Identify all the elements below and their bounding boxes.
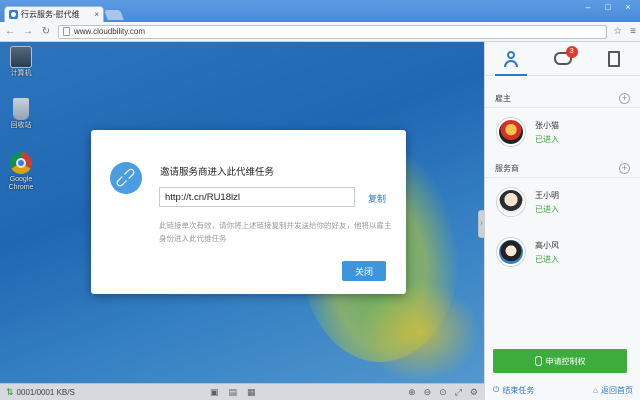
tab-title: 行云服务-慰代维 [21, 10, 80, 19]
tab-close-icon[interactable]: × [94, 10, 99, 19]
dialog-title: 邀请服务商进入此代维任务 [160, 167, 275, 178]
bookmark-star-icon[interactable]: ☆ [613, 26, 622, 37]
end-task-link[interactable]: ⏻ 结束任务 [493, 385, 534, 396]
member-name: 高小风 [535, 240, 559, 250]
site-favicon-icon [9, 10, 18, 19]
provider-section-title: 服务商 [495, 164, 519, 173]
member-provider[interactable]: 王小明 已进入 [485, 182, 640, 222]
browser-tab[interactable]: 行云服务-慰代维 × [4, 6, 104, 22]
close-dialog-button[interactable]: 关闭 [342, 261, 386, 281]
minimize-button[interactable]: – [582, 2, 594, 12]
request-control-label: 申请控制权 [545, 356, 586, 366]
member-name: 张小猫 [535, 120, 559, 130]
invite-url-field[interactable] [159, 187, 355, 207]
mouse-icon [534, 356, 542, 366]
tab-tasks[interactable] [588, 42, 640, 75]
add-provider-icon[interactable]: + [619, 163, 630, 174]
new-tab-button[interactable] [104, 10, 124, 20]
member-owner[interactable]: 张小猫 已进入 [485, 112, 640, 152]
back-home-link[interactable]: ⌂ 返回首页 [593, 385, 633, 396]
maximize-button[interactable]: □ [602, 2, 614, 12]
forward-arrow-icon[interactable]: → [22, 26, 34, 37]
address-bar[interactable]: www.cloudbility.com [58, 24, 608, 39]
page-icon [63, 27, 70, 36]
task-sidebar: 3 雇主 + 张小猫 已进入 服务商 + 王小明 已进入 高小风 已进入 申请控… [484, 42, 640, 400]
tab-members[interactable] [485, 42, 537, 76]
back-arrow-icon[interactable]: ← [4, 26, 16, 37]
person-icon [503, 50, 518, 67]
menu-icon[interactable]: ≡ [630, 26, 636, 37]
browser-navbar: ← → ↻ www.cloudbility.com ☆ ≡ [0, 22, 640, 42]
avatar [497, 188, 525, 216]
end-task-label: 结束任务 [502, 385, 535, 395]
clipboard-icon [608, 50, 621, 67]
avatar [497, 118, 525, 146]
reload-icon[interactable]: ↻ [40, 26, 52, 37]
member-name: 王小明 [535, 190, 559, 200]
sidebar-tabs: 3 [485, 42, 640, 76]
tab-chat[interactable]: 3 [537, 42, 589, 75]
member-status: 已进入 [535, 254, 559, 264]
invite-dialog: ⊂⊃ 邀请服务商进入此代维任务 复制 此链接单次有效，请你将上述链接复制并发送给… [91, 130, 406, 294]
request-control-button[interactable]: 申请控制权 [493, 349, 627, 373]
member-status: 已进入 [535, 134, 559, 144]
home-icon: ⌂ [593, 385, 598, 395]
provider-section-header: 服务商 + [485, 160, 640, 178]
power-icon: ⏻ [493, 385, 500, 394]
avatar [497, 238, 525, 266]
member-provider[interactable]: 高小风 已进入 [485, 232, 640, 272]
dialog-description: 此链接单次有效，请你将上述链接复制并发送给你的好友，他将以雇主身份进入此代维任务 [159, 221, 392, 243]
close-window-button[interactable]: × [622, 2, 634, 12]
add-owner-icon[interactable]: + [619, 93, 630, 104]
link-icon: ⊂⊃ [103, 155, 149, 201]
unread-badge: 3 [565, 46, 578, 58]
owner-section-header: 雇主 + [485, 90, 640, 108]
address-text: www.cloudbility.com [74, 27, 145, 36]
member-status: 已进入 [535, 204, 559, 214]
sidebar-footer: ⏻ 结束任务 ⌂ 返回首页 [485, 380, 640, 400]
window-controls: – □ × [582, 2, 634, 12]
owner-section-title: 雇主 [495, 94, 511, 103]
browser-titlebar: 行云服务-慰代维 × – □ × [0, 0, 640, 22]
copy-link-button[interactable]: 复制 [368, 192, 386, 205]
back-home-label: 返回首页 [601, 385, 633, 395]
